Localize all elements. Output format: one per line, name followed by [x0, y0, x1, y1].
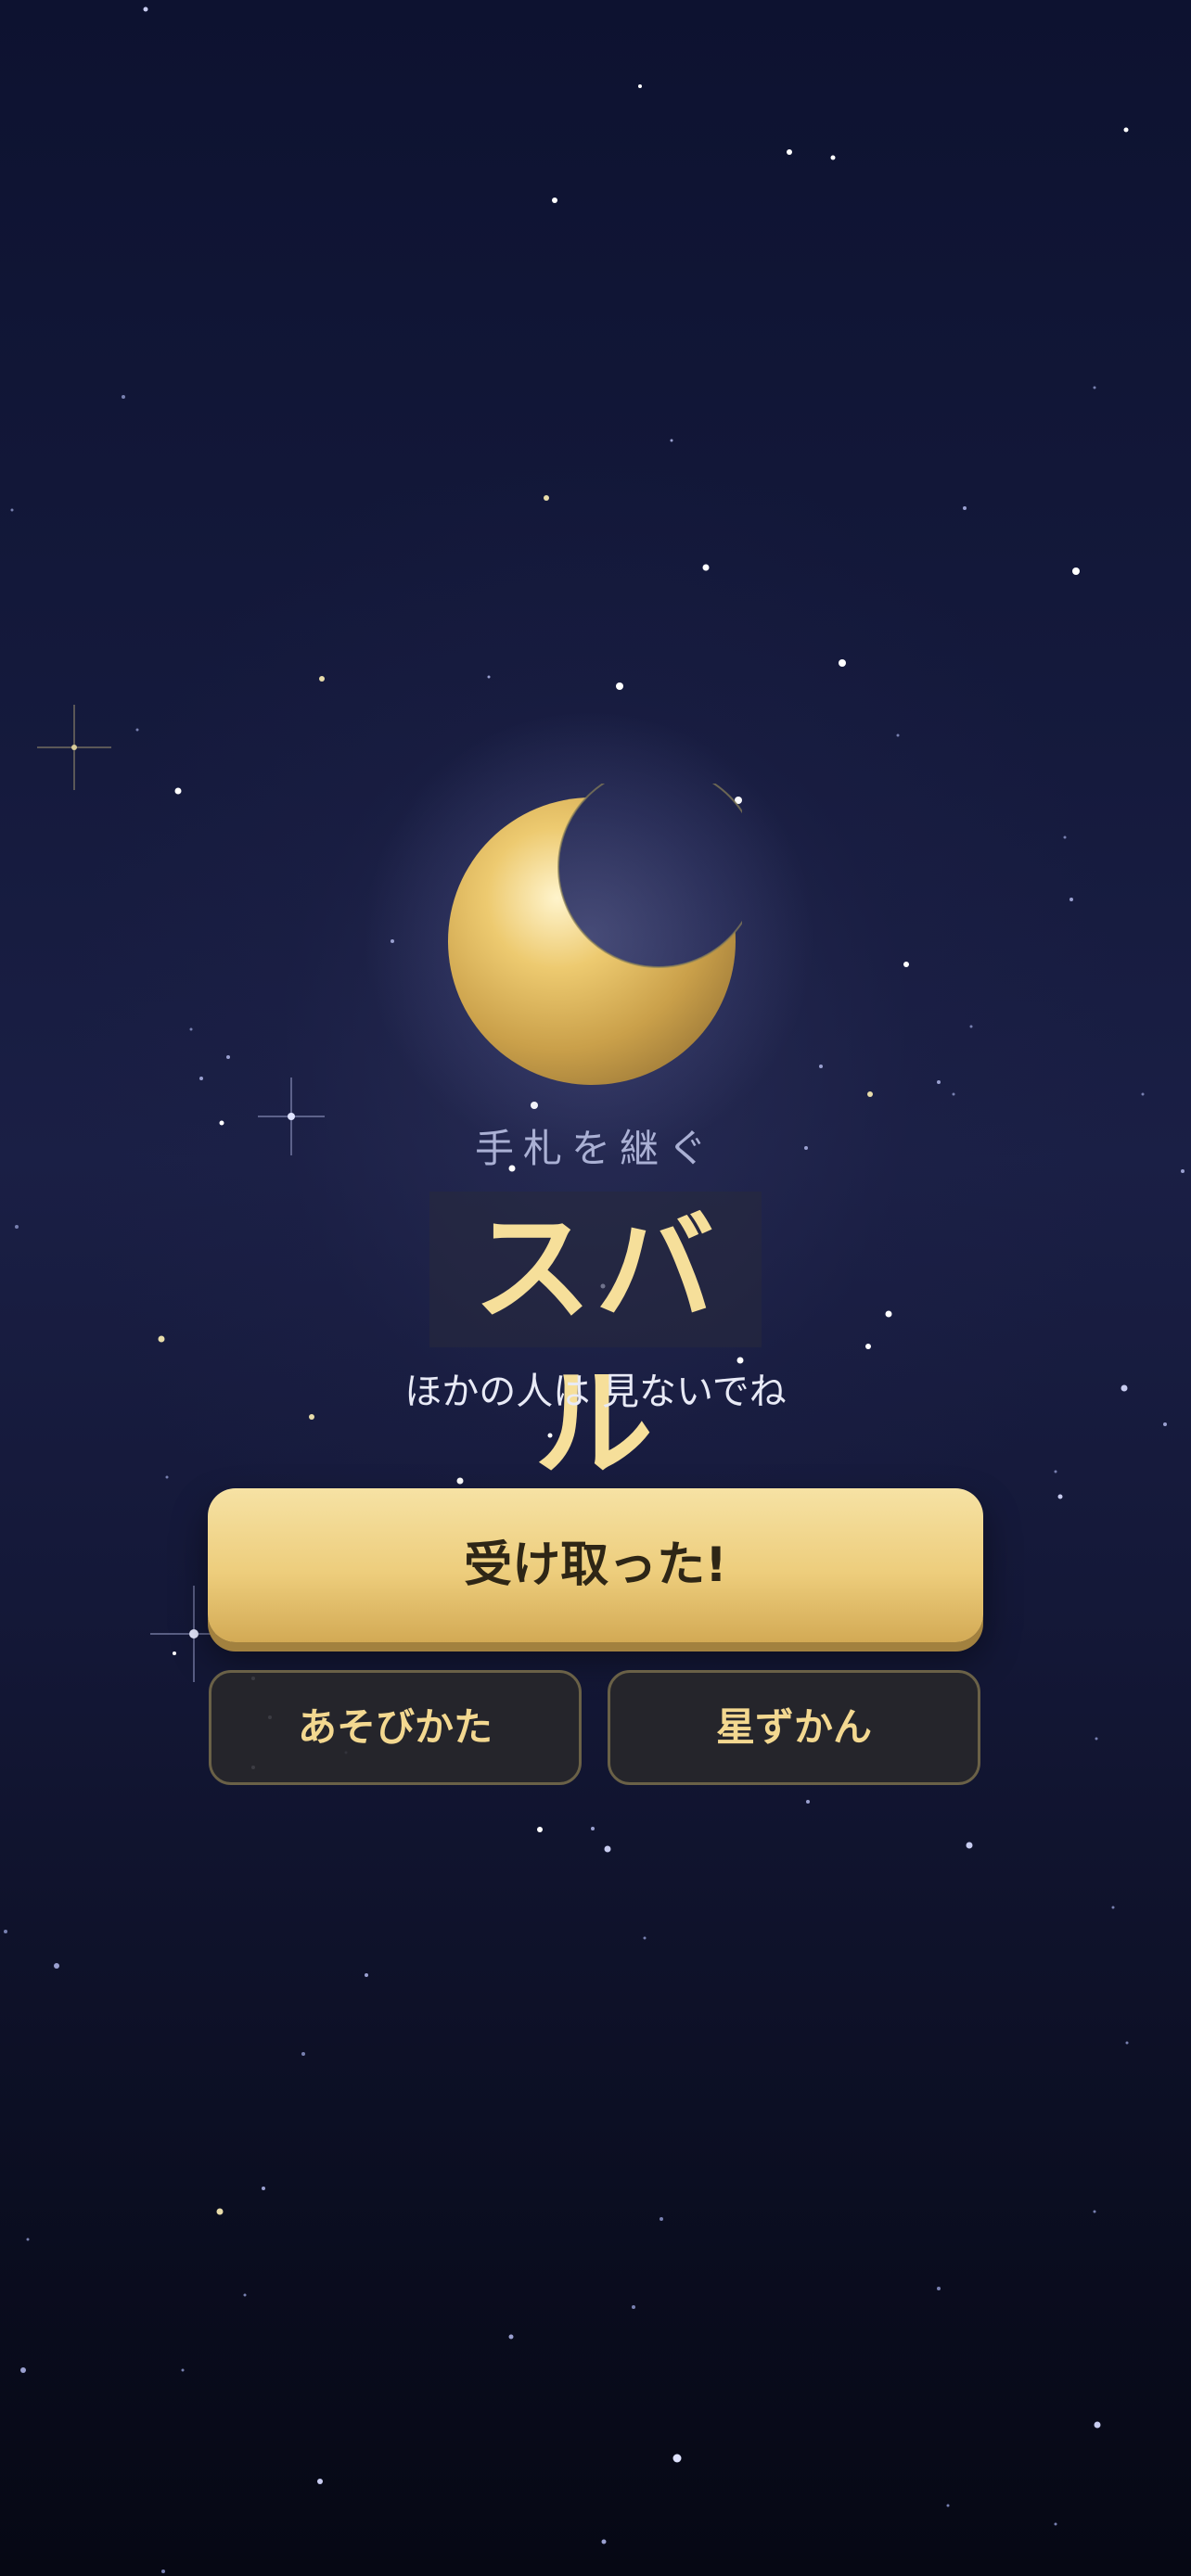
star: [643, 1936, 647, 1940]
star: [158, 1335, 165, 1343]
star: [319, 676, 325, 682]
star: [819, 1065, 823, 1068]
star: [616, 682, 623, 690]
star: [702, 564, 710, 571]
star: [1093, 2210, 1096, 2213]
star: [1057, 1494, 1063, 1499]
star: [226, 1055, 230, 1059]
subtitle: 手札を継ぐ: [474, 1126, 716, 1171]
star: [1054, 2522, 1057, 2526]
star: [1063, 835, 1067, 839]
star: [1094, 2421, 1101, 2429]
star: [638, 84, 642, 88]
star: [672, 2454, 682, 2463]
crescent-moon-icon: [448, 784, 742, 1085]
star: [26, 2238, 30, 2241]
star: [632, 2305, 635, 2309]
received-button-label: 受け取った!: [464, 1537, 727, 1593]
star: [601, 2539, 607, 2544]
star: [135, 728, 139, 732]
star: [1093, 386, 1096, 389]
star: [216, 2208, 224, 2215]
star: [181, 2368, 185, 2372]
star: [830, 155, 836, 160]
star: [604, 1845, 611, 1853]
star: [508, 2334, 514, 2340]
star: [15, 1225, 19, 1229]
star: [174, 787, 182, 795]
received-button[interactable]: 受け取った!: [208, 1488, 983, 1642]
star: [1111, 1906, 1115, 1909]
star: [867, 1091, 873, 1097]
star: [1163, 1422, 1167, 1426]
how-to-play-label: あそびかた: [297, 1704, 493, 1750]
star: [903, 962, 909, 967]
sparkle-icon: [37, 705, 111, 790]
moon-emblem: [362, 709, 816, 1164]
star: [487, 675, 491, 679]
star: [806, 1800, 810, 1804]
star: [544, 495, 549, 501]
star: [143, 6, 148, 12]
star: [243, 2293, 247, 2297]
privacy-caption: ほかの人は 見ないでね: [404, 1371, 787, 1413]
star: [937, 1080, 941, 1084]
star: [787, 149, 792, 155]
star: [966, 1842, 973, 1849]
star: [969, 1025, 973, 1028]
star: [1069, 898, 1073, 901]
star: [262, 2187, 265, 2190]
star: [4, 1930, 7, 1933]
star: [839, 659, 846, 667]
star: [20, 2367, 26, 2373]
star: [1054, 1470, 1057, 1473]
star: [537, 1827, 543, 1832]
star: [1095, 1737, 1098, 1741]
star: [1141, 1092, 1145, 1096]
how-to-play-button[interactable]: あそびかた: [209, 1670, 582, 1785]
star: [301, 2052, 305, 2056]
star: [10, 508, 14, 512]
star-encyclopedia-label: 星ずかん: [715, 1704, 872, 1750]
star: [552, 198, 557, 203]
star: [122, 395, 125, 399]
star: [1123, 127, 1129, 133]
star-encyclopedia-button[interactable]: 星ずかん: [608, 1670, 980, 1785]
star: [963, 506, 967, 510]
star: [885, 1310, 892, 1318]
star: [317, 2479, 323, 2484]
star: [937, 2287, 941, 2290]
star: [946, 2504, 950, 2507]
star: [896, 733, 900, 737]
card-name: スバル: [472, 1200, 718, 1494]
star: [1125, 2041, 1129, 2045]
app-screen: 手札を継ぐ スバル ほかの人は 見ないでね 受け取った! あそびかた 星ずかん: [0, 0, 1191, 2576]
star: [952, 1092, 955, 1096]
star: [670, 439, 673, 442]
star: [1072, 567, 1080, 575]
card-name-box: スバル: [429, 1192, 762, 1494]
star: [54, 1963, 59, 1969]
star: [161, 2570, 165, 2573]
star: [189, 1027, 193, 1031]
star: [591, 1827, 595, 1830]
star: [865, 1344, 871, 1349]
star: [660, 2217, 663, 2221]
star: [365, 1973, 368, 1977]
star: [199, 1077, 203, 1080]
star: [165, 1475, 169, 1479]
